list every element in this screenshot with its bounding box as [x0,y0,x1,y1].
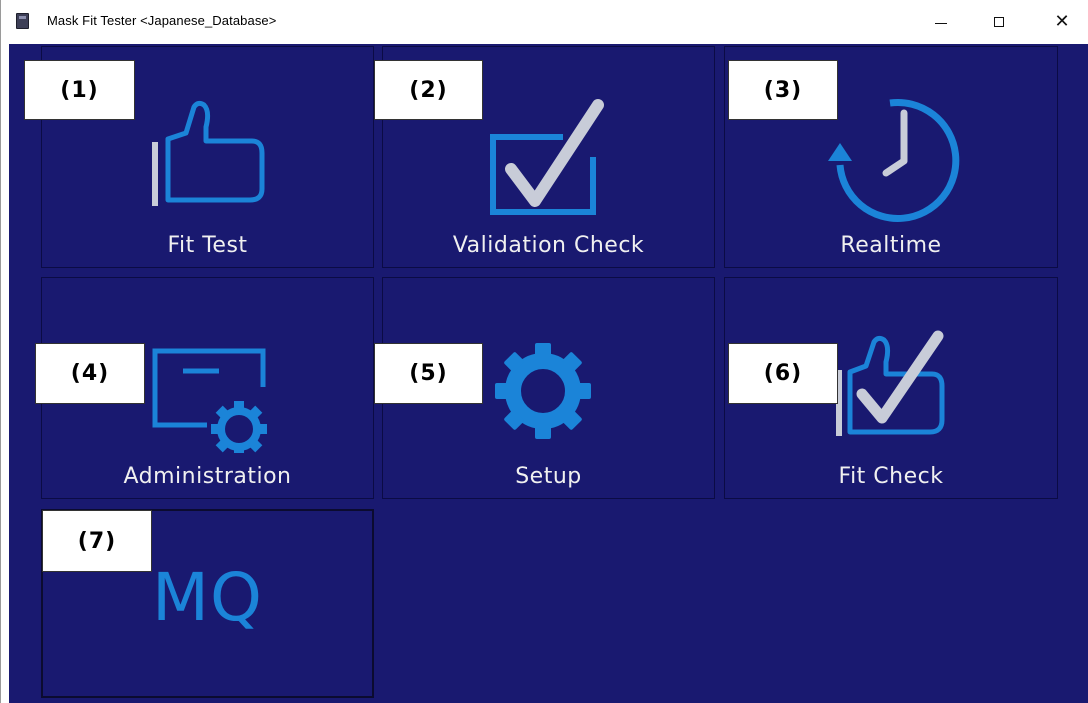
setup-label: Setup [515,464,582,489]
title-bar[interactable]: Mask Fit Tester <Japanese_Database> ✕ [1,0,1088,44]
fit-check-label: Fit Check [838,464,944,489]
validation-check-label: Validation Check [452,233,645,258]
clock-icon [828,98,960,222]
tile-number-badge: (3) [728,60,838,120]
tile-number-badge: (6) [728,343,838,404]
admin-settings-icon [152,348,267,453]
administration-label: Administration [123,464,292,489]
realtime-label: Realtime [840,233,942,258]
minimize-button[interactable] [918,0,964,44]
tile-number-badge: (4) [35,343,145,404]
window-title: Mask Fit Tester <Japanese_Database> [47,13,277,28]
minimize-icon [935,22,947,24]
app-icon [16,13,29,29]
checkbox-icon [490,99,604,215]
tile-number-badge: (1) [24,60,135,120]
tile-number-badge: (7) [42,510,152,572]
maximize-icon [994,17,1004,27]
close-icon: ✕ [1054,11,1070,32]
main-menu: Fit Test Validation Check Realtime Admin… [9,44,1088,703]
app-window: Mask Fit Tester <Japanese_Database> ✕ Fi… [0,0,1088,703]
tile-number-badge: (5) [374,343,483,404]
maximize-button[interactable] [976,0,1022,44]
close-button[interactable]: ✕ [1039,0,1085,44]
tile-number-badge: (2) [374,60,483,120]
gear-icon [495,343,591,439]
thumbs-up-check-icon [836,330,945,436]
thumbs-up-icon [152,100,265,206]
fit-test-label: Fit Test [167,233,248,258]
